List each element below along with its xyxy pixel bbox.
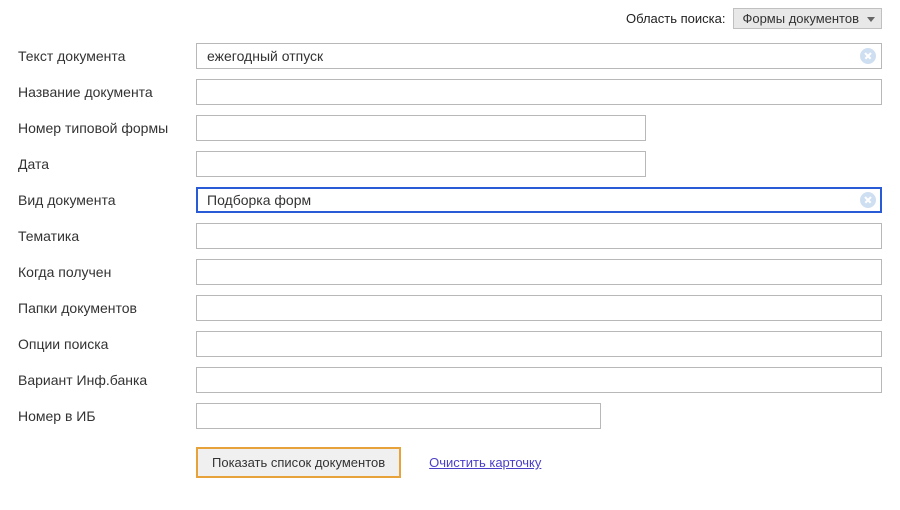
input-document-text[interactable] [196,43,882,69]
field-date [196,151,646,177]
row-date: Дата [18,151,882,177]
field-received [196,259,882,285]
field-bank-variant [196,367,882,393]
clear-icon[interactable] [860,48,876,64]
top-bar: Область поиска: Формы документов [0,0,900,33]
input-received[interactable] [196,259,882,285]
row-document-text: Текст документа [18,43,882,69]
input-ib-number[interactable] [196,403,601,429]
input-form-number[interactable] [196,115,646,141]
input-document-kind[interactable] [196,187,882,213]
row-folders: Папки документов [18,295,882,321]
row-document-title: Название документа [18,79,882,105]
field-document-title [196,79,882,105]
row-bank-variant: Вариант Инф.банка [18,367,882,393]
clear-icon[interactable] [860,192,876,208]
search-area-select[interactable]: Формы документов [733,8,882,29]
label-document-title: Название документа [18,84,196,100]
row-topic: Тематика [18,223,882,249]
show-documents-button[interactable]: Показать список документов [196,447,401,478]
label-topic: Тематика [18,228,196,244]
label-document-kind: Вид документа [18,192,196,208]
label-bank-variant: Вариант Инф.банка [18,372,196,388]
row-received: Когда получен [18,259,882,285]
input-date[interactable] [196,151,646,177]
label-ib-number: Номер в ИБ [18,408,196,424]
row-options: Опции поиска [18,331,882,357]
row-ib-number: Номер в ИБ [18,403,882,429]
row-form-number: Номер типовой формы [18,115,882,141]
field-form-number [196,115,646,141]
field-folders [196,295,882,321]
input-document-title[interactable] [196,79,882,105]
field-document-kind [196,187,882,213]
label-form-number: Номер типовой формы [18,120,196,136]
input-folders[interactable] [196,295,882,321]
actions-bar: Показать список документов Очистить карт… [196,447,882,478]
field-document-text [196,43,882,69]
search-form: Текст документа Название документа Номер… [0,33,900,478]
search-area-label: Область поиска: [626,11,725,26]
input-options[interactable] [196,331,882,357]
label-options: Опции поиска [18,336,196,352]
field-options [196,331,882,357]
clear-card-link[interactable]: Очистить карточку [429,455,541,470]
label-received: Когда получен [18,264,196,280]
search-area-selected: Формы документов [742,11,859,26]
label-date: Дата [18,156,196,172]
field-topic [196,223,882,249]
label-folders: Папки документов [18,300,196,316]
field-ib-number [196,403,601,429]
label-document-text: Текст документа [18,48,196,64]
row-document-kind: Вид документа [18,187,882,213]
input-topic[interactable] [196,223,882,249]
input-bank-variant[interactable] [196,367,882,393]
